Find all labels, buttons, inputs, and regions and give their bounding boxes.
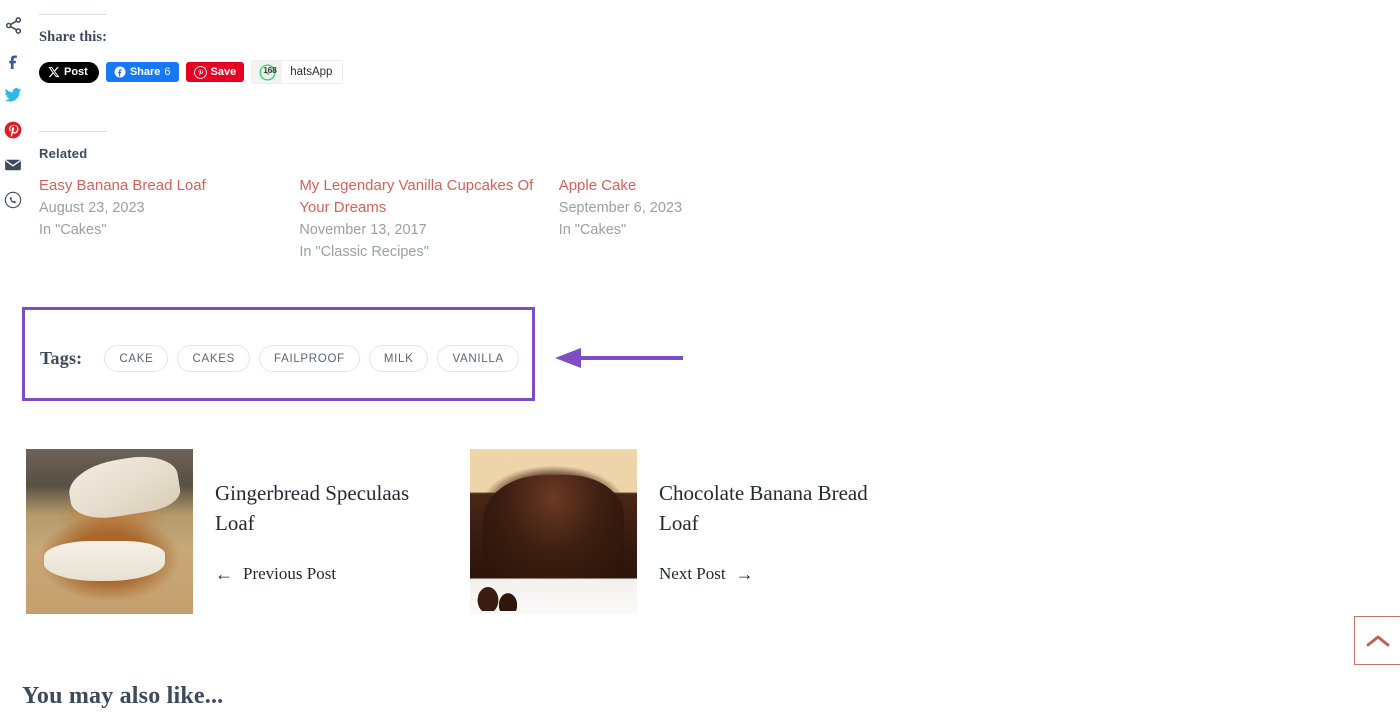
next-post-link[interactable]: Next Post →: [659, 564, 869, 584]
related-item: Apple Cake September 6, 2023 In "Cakes": [559, 175, 819, 263]
previous-post-link[interactable]: ← Previous Post: [215, 564, 425, 584]
pinterest-icon[interactable]: [2, 119, 24, 141]
facebook-share-label: Share: [129, 66, 161, 78]
share-this-heading: Share this:: [39, 29, 108, 45]
whatsapp-share-button[interactable]: 168 hatsApp: [251, 60, 344, 84]
next-post-text: Chocolate Banana Bread Loaf Next Post →: [637, 449, 869, 584]
related-post-category: In "Classic Recipes": [299, 244, 429, 260]
related-posts-block: Related Easy Banana Bread Loaf August 23…: [39, 131, 819, 263]
tag-pill[interactable]: VANILLA: [437, 345, 519, 372]
share-buttons-row: Post Share 6 Save 168 hatsApp: [39, 60, 799, 84]
related-post-category: In "Cakes": [39, 222, 107, 238]
facebook-share-button[interactable]: Share 6: [105, 62, 179, 82]
next-post-nav[interactable]: Chocolate Banana Bread Loaf Next Post →: [470, 449, 869, 614]
arrow-right-icon: →: [735, 564, 754, 584]
share-this-block: Share this: Post Share 6 Save 168 hatsAp…: [39, 14, 799, 84]
x-post-label: Post: [64, 66, 88, 78]
scroll-to-top-button[interactable]: [1354, 616, 1400, 665]
share-divider: [39, 14, 107, 15]
arrow-left-icon: ←: [215, 564, 233, 584]
tag-pill[interactable]: CAKES: [177, 345, 250, 372]
whatsapp-logo-icon: 168: [258, 63, 277, 81]
pinterest-save-button[interactable]: Save: [185, 62, 245, 82]
facebook-icon[interactable]: [2, 49, 24, 71]
post-navigation: Gingerbread Speculaas Loaf ← Previous Po…: [26, 449, 1026, 614]
tag-pill[interactable]: FAILPROOF: [258, 345, 360, 372]
pinterest-save-label: Save: [210, 66, 237, 78]
related-post-category: In "Cakes": [558, 222, 627, 238]
related-item: Easy Banana Bread Loaf August 23, 2023 I…: [39, 175, 299, 263]
related-post-date: September 6, 2023: [558, 200, 683, 216]
previous-post-link-label: Previous Post: [243, 564, 337, 583]
x-post-button[interactable]: Post: [39, 61, 99, 83]
facebook-logo-icon: [114, 66, 126, 78]
previous-post-nav[interactable]: Gingerbread Speculaas Loaf ← Previous Po…: [26, 449, 470, 614]
related-columns: Easy Banana Bread Loaf August 23, 2023 I…: [39, 175, 819, 263]
whatsapp-share-label: hatsApp: [282, 61, 343, 83]
previous-post-thumbnail[interactable]: [26, 449, 193, 614]
whatsapp-share-count: 168: [263, 65, 277, 75]
whatsapp-icon[interactable]: [2, 189, 24, 211]
related-post-link[interactable]: Apple Cake: [559, 175, 814, 197]
twitter-icon[interactable]: [2, 84, 24, 106]
floating-social-share-rail: [0, 14, 26, 211]
related-divider: [39, 131, 107, 132]
related-heading: Related: [39, 146, 88, 161]
related-post-date: November 13, 2017: [299, 222, 427, 238]
previous-post-title[interactable]: Gingerbread Speculaas Loaf: [215, 478, 425, 538]
tag-pill[interactable]: CAKE: [104, 345, 169, 372]
share-icon[interactable]: [2, 14, 24, 36]
gingerbread-loaf-image: [26, 449, 193, 614]
related-post-date: August 23, 2023: [39, 200, 145, 216]
pinterest-logo-icon: [193, 65, 207, 79]
you-may-also-like-heading: You may also like...: [22, 683, 224, 709]
chocolate-banana-bread-image: [470, 449, 637, 614]
related-item: My Legendary Vanilla Cupcakes Of Your Dr…: [299, 175, 558, 263]
next-post-title[interactable]: Chocolate Banana Bread Loaf: [659, 478, 869, 538]
next-post-thumbnail[interactable]: [470, 449, 637, 614]
next-post-link-label: Next Post: [659, 564, 726, 583]
annotation-arrow-icon: [555, 348, 683, 368]
chevron-up-icon: [1366, 635, 1389, 646]
tag-pill[interactable]: MILK: [368, 345, 429, 372]
x-logo-icon: [48, 67, 60, 78]
tags-label: Tags:: [40, 348, 83, 368]
facebook-share-count: 6: [164, 66, 171, 78]
previous-post-text: Gingerbread Speculaas Loaf ← Previous Po…: [193, 449, 425, 584]
related-post-link[interactable]: My Legendary Vanilla Cupcakes Of Your Dr…: [299, 175, 554, 219]
email-icon[interactable]: [2, 154, 24, 176]
tags-row: Tags: CAKE CAKES FAILPROOF MILK VANILLA: [40, 345, 528, 372]
related-post-link[interactable]: Easy Banana Bread Loaf: [39, 175, 294, 197]
